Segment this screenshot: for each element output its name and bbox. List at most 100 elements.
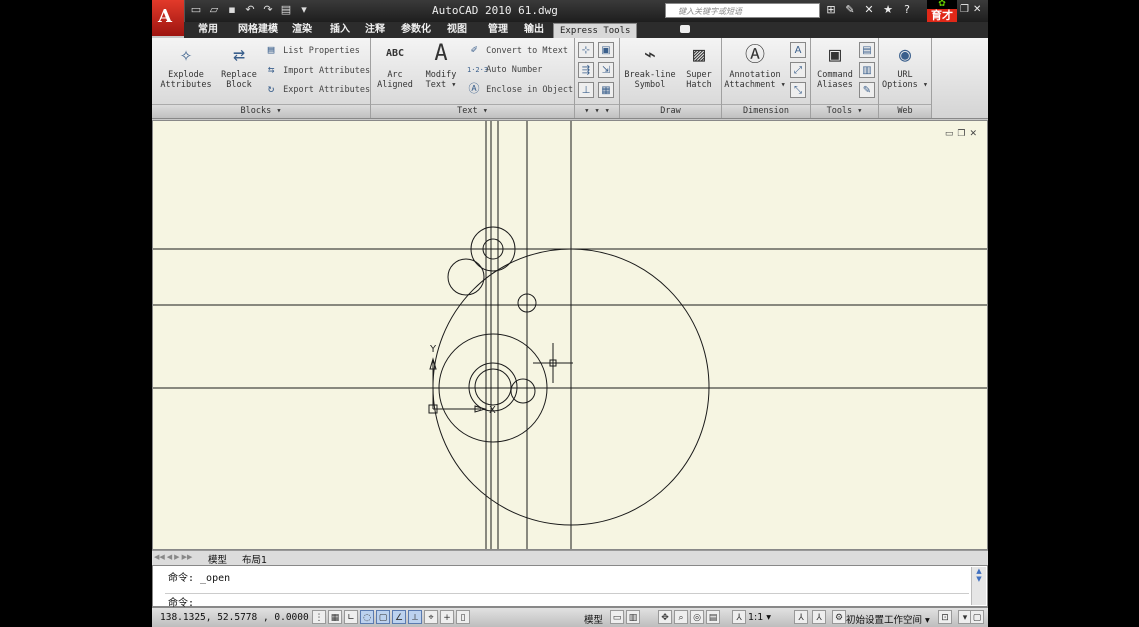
- explode-attributes-button[interactable]: ✧ Explode Attributes: [158, 41, 214, 90]
- object-snap-tracking-icon[interactable]: ∠: [392, 610, 406, 624]
- search-input[interactable]: 键入关键字或短语: [665, 3, 820, 18]
- import-attributes-button[interactable]: ⇆ Import Attributes: [264, 63, 370, 78]
- last-layout-icon[interactable]: ▶▶: [182, 553, 193, 561]
- scroll-up-icon[interactable]: ▲: [972, 567, 986, 575]
- grid-display-icon[interactable]: ▦: [328, 610, 342, 624]
- misc-panel-title[interactable]: ▾ ▾ ▾: [575, 104, 619, 118]
- tools-icon-2[interactable]: ▥: [859, 62, 875, 78]
- save-icon[interactable]: ▪: [226, 4, 238, 16]
- convert-to-mtext-button[interactable]: ✐ Convert to Mtext: [467, 43, 568, 58]
- wrench-icon[interactable]: ✎: [843, 3, 857, 17]
- object-snap-icon[interactable]: ▢: [376, 610, 390, 624]
- application-menu-button[interactable]: A: [152, 0, 185, 36]
- image-tool-icon[interactable]: ▦: [598, 82, 614, 98]
- tools-icon[interactable]: ✕: [862, 3, 876, 17]
- annotation-scale-icon[interactable]: ⅄: [732, 610, 746, 624]
- new-file-icon[interactable]: ▭: [190, 4, 202, 16]
- command-scrollbar[interactable]: ▲ ▼: [971, 567, 986, 605]
- tab-render[interactable]: 渲染: [292, 23, 312, 37]
- qat-dropdown-icon[interactable]: ▾: [298, 4, 310, 16]
- layout-view-icon-2[interactable]: ▥: [626, 610, 640, 624]
- layout-view-icon[interactable]: ▭: [610, 610, 624, 624]
- tab-home[interactable]: 常用: [198, 23, 218, 37]
- auto-scale-icon[interactable]: ⅄: [812, 610, 826, 624]
- url-options-button[interactable]: ◉ URL Options ▾: [881, 41, 929, 90]
- next-layout-icon[interactable]: ▶: [174, 553, 179, 561]
- tab-annotate[interactable]: 注释: [365, 23, 385, 37]
- super-hatch-button[interactable]: ▨ Super Hatch: [680, 41, 718, 90]
- break-line-symbol-button[interactable]: ⌁ Break-line Symbol: [622, 41, 678, 90]
- undo-icon[interactable]: ↶: [244, 4, 256, 16]
- auto-number-icon: 1·2·3: [467, 66, 489, 74]
- export-tool-icon[interactable]: ⇲: [598, 62, 614, 78]
- command-aliases-button[interactable]: ▣ Command Aliases: [813, 41, 857, 90]
- layout-tool-icon[interactable]: ▣: [598, 42, 614, 58]
- annotation-attachment-button[interactable]: Ⓐ Annotation Attachment ▾: [724, 41, 786, 90]
- annotation-scale[interactable]: 1:1 ▾: [748, 612, 771, 623]
- showmotion-icon[interactable]: ▤: [706, 610, 720, 624]
- tools-panel-title[interactable]: Tools ▾: [811, 104, 878, 118]
- restore-icon[interactable]: ❐: [960, 4, 969, 15]
- workspace-switch-icon[interactable]: ⚙: [832, 610, 846, 624]
- tab-layout1[interactable]: 布局1: [242, 552, 267, 566]
- clean-screen-icon[interactable]: ▢: [970, 610, 984, 624]
- scroll-down-icon[interactable]: ▼: [972, 575, 986, 583]
- enclose-icon: Ⓐ: [468, 82, 480, 95]
- auto-number-button[interactable]: 1·2·3 Auto Number: [467, 63, 542, 77]
- status-bar: 138.1325, 52.5778 , 0.0000 ⋮ ▦ ∟ ◌ ▢ ∠ ⟂…: [152, 607, 988, 627]
- quick-properties-icon[interactable]: ▯: [456, 610, 470, 624]
- tools-icon-1[interactable]: ▤: [859, 42, 875, 58]
- first-layout-icon[interactable]: ◀◀: [154, 553, 165, 561]
- dynamic-ucs-icon[interactable]: ⟂: [408, 610, 422, 624]
- zoom-icon[interactable]: ⌕: [674, 610, 688, 624]
- open-file-icon[interactable]: ▱: [208, 4, 220, 16]
- modify-text-button[interactable]: A Modify Text ▾: [419, 41, 463, 90]
- dynamic-input-icon[interactable]: ⌖: [424, 610, 438, 624]
- tab-parametric[interactable]: 参数化: [401, 23, 431, 37]
- toolbar-lock-icon[interactable]: ⊡: [938, 610, 952, 624]
- replace-block-button[interactable]: ⇄ Replace Block: [216, 41, 262, 90]
- pan-icon[interactable]: ✥: [658, 610, 672, 624]
- dim-override-icon[interactable]: ⤢: [790, 62, 806, 78]
- measure-tool-icon[interactable]: ⊥: [578, 82, 594, 98]
- binoculars-icon[interactable]: ⊞: [824, 3, 838, 17]
- polar-tracking-icon[interactable]: ◌: [360, 610, 374, 624]
- prev-layout-icon[interactable]: ◀: [167, 553, 172, 561]
- plot-icon[interactable]: ▤: [280, 4, 292, 16]
- move-copy-icon[interactable]: ⇶: [578, 62, 594, 78]
- redo-icon[interactable]: ↷: [262, 4, 274, 16]
- lineweight-icon[interactable]: +: [440, 610, 454, 624]
- annotation-visibility-icon[interactable]: ⅄: [794, 610, 808, 624]
- drawing-canvas[interactable]: ▭ ❐ ✕ Y X: [152, 120, 988, 550]
- ribbon-minimize-icon[interactable]: [680, 25, 690, 33]
- app-logo-glyph: A: [158, 6, 172, 27]
- star-icon[interactable]: ★: [881, 3, 895, 17]
- arc-label-2: Aligned: [377, 80, 413, 90]
- tab-manage[interactable]: 管理: [488, 23, 508, 37]
- tab-output[interactable]: 输出: [524, 23, 544, 37]
- blocks-panel-title[interactable]: Blocks ▾: [152, 104, 370, 118]
- tab-express-tools[interactable]: Express Tools: [553, 23, 638, 38]
- select-tool-icon[interactable]: ⊹: [578, 42, 594, 58]
- enclose-in-object-button[interactable]: Ⓐ Enclose in Object: [467, 82, 574, 97]
- hub-circle-outer: [468, 362, 518, 412]
- dim-reset-icon[interactable]: ⤡: [790, 82, 806, 98]
- model-space-label[interactable]: 模型: [584, 612, 603, 626]
- snap-mode-icon[interactable]: ⋮: [312, 610, 326, 624]
- text-panel-title[interactable]: Text ▾: [371, 104, 574, 118]
- dim-style-icon[interactable]: A: [790, 42, 806, 58]
- tab-view[interactable]: 视图: [447, 23, 467, 37]
- tab-model[interactable]: 模型: [208, 552, 227, 566]
- panel-tools: ▣ Command Aliases ▤ ▥ ✎ Tools ▾: [811, 38, 879, 118]
- help-icon[interactable]: ?: [900, 3, 914, 17]
- list-properties-button[interactable]: ▤ List Properties: [264, 43, 360, 58]
- close-icon[interactable]: ✕: [973, 4, 981, 15]
- steering-wheel-icon[interactable]: ◎: [690, 610, 704, 624]
- tab-insert[interactable]: 插入: [330, 23, 350, 37]
- arc-aligned-button[interactable]: ABC Arc Aligned: [375, 41, 415, 90]
- ortho-mode-icon[interactable]: ∟: [344, 610, 358, 624]
- tab-mesh-modeling[interactable]: 网格建模: [238, 23, 278, 37]
- export-attributes-button[interactable]: ↻ Export Attributes: [264, 82, 370, 97]
- tools-icon-3[interactable]: ✎: [859, 82, 875, 98]
- workspace-selector[interactable]: 初始设置工作空间 ▾: [846, 612, 930, 626]
